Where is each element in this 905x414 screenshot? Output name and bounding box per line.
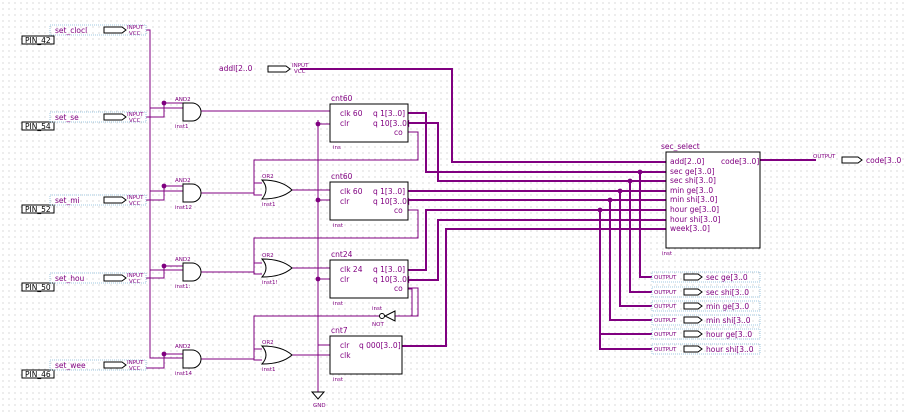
pin-label: sec shi[3..0	[706, 288, 749, 297]
counter-title: cnt7	[331, 326, 348, 335]
pin-type: OUTPUT	[654, 290, 677, 296]
gate-type: AND2	[175, 257, 191, 263]
pin-label: sec ge[3..0	[706, 273, 748, 282]
pin-type: OUTPUT	[654, 347, 677, 353]
pin-number: PIN_50	[25, 283, 51, 292]
sec-select-block[interactable]: sec_select add[2..0] sec ge[3..0] sec sh…	[661, 142, 761, 257]
mux-input-hour-shi: hour shi[3..0]	[670, 215, 721, 224]
port-q1: q 1[3..0]	[373, 109, 405, 118]
pin-label: addl[2..0	[219, 64, 253, 73]
counter-inst: inst	[333, 301, 344, 307]
port-co: co	[394, 206, 403, 215]
pin-type: OUTPUT	[654, 304, 677, 310]
pin-type: OUTPUT	[654, 275, 677, 281]
vcc-label: VCC	[129, 201, 141, 207]
mux-input-min-shi: min shi[3..0]	[670, 195, 718, 204]
port-q10: q 10[3..0]	[373, 197, 410, 206]
vcc-label: VCC	[129, 31, 141, 37]
counter-inst: inst	[333, 223, 344, 229]
mux-input-min-ge: min ge[3..0	[670, 186, 713, 195]
pin-label: set_clocl	[55, 26, 87, 35]
port-clr: clr	[340, 197, 350, 206]
pin-label: set_mi	[55, 196, 80, 205]
pin-number: PIN_52	[25, 205, 51, 214]
vcc-label: VCC	[129, 118, 141, 124]
pin-label: set_hou	[55, 274, 85, 283]
counter-title: cnt24	[331, 250, 353, 259]
gate-inst: inst12	[175, 205, 192, 211]
pin-number: PIN_54	[25, 122, 51, 131]
port-clr: clr	[340, 275, 350, 284]
counter-inst: inst	[333, 377, 344, 383]
port-clk: clk	[340, 351, 351, 360]
schematic-canvas: PIN_42 set_clocl INPUT VCC PIN_54 set_se…	[0, 0, 905, 414]
gate-type: OR2	[262, 253, 274, 259]
gate-type: AND2	[175, 97, 191, 103]
gate-inst: inst1	[262, 202, 276, 208]
pin-label: hour shi[3..0	[706, 345, 754, 354]
port-q1: q 1[3..0]	[373, 187, 405, 196]
vcc-label: VCC	[129, 279, 141, 285]
port-q10: q 10[3..0]	[373, 275, 410, 284]
pin-type: OUTPUT	[813, 154, 836, 160]
gate-type: OR2	[262, 340, 274, 346]
port-clk: clk 60	[340, 187, 363, 196]
port-co: co	[394, 128, 403, 137]
vcc-label: VCC	[294, 69, 306, 75]
mux-input-hour-ge: hour ge[3..0]	[670, 205, 719, 214]
port-q1: q 1[3..0]	[373, 265, 405, 274]
port-clr: clr	[340, 119, 350, 128]
port-clk: clk 60	[340, 109, 363, 118]
counter-title: cnt60	[331, 172, 353, 181]
port-q: q 000[3..0]	[359, 341, 401, 350]
pin-label: code[3..0	[866, 156, 902, 165]
mux-input-add: add[2..0]	[670, 157, 704, 166]
port-clk: clk 24	[340, 265, 363, 274]
port-co: co	[394, 284, 403, 293]
mux-input-sec-ge: sec ge[3..0]	[670, 167, 715, 176]
mux-input-week: week[3..0]	[670, 224, 710, 233]
pin-label: set_se	[55, 113, 79, 122]
pin-label: min ge[3..0	[706, 302, 749, 311]
gate-inst: inst1!	[262, 280, 278, 286]
grid-background	[0, 0, 905, 414]
gate-inst: inst1:	[175, 284, 191, 290]
mux-inst: inst	[662, 251, 673, 257]
gate-type: NOT	[372, 322, 384, 328]
pin-number: PIN_42	[25, 36, 51, 45]
pin-label: set_wee	[55, 361, 86, 370]
gate-type: OR2	[262, 174, 274, 180]
gate-inst: inst14	[175, 371, 193, 377]
counter-inst: ins	[333, 145, 341, 151]
port-clr: clr	[340, 341, 350, 350]
gate-type: AND2	[175, 178, 191, 184]
pin-label: min shi[3..0	[706, 316, 751, 325]
vcc-label: VCC	[129, 366, 141, 372]
gate-inst: inst	[372, 306, 383, 312]
pin-type: OUTPUT	[654, 318, 677, 324]
counter-title: cnt60	[331, 94, 353, 103]
pin-label: hour ge[3..0	[706, 330, 752, 339]
mux-output-code: code[3..0]	[721, 157, 759, 166]
port-q10: q 10[3..0]	[373, 119, 410, 128]
gate-inst: inst1	[175, 124, 189, 130]
gate-inst: inst1	[262, 367, 276, 373]
mux-input-sec-shi: sec shi[3..0]	[670, 176, 716, 185]
gate-type: AND2	[175, 344, 191, 350]
mux-title: sec_select	[661, 142, 700, 151]
gnd-label: GND	[313, 403, 326, 409]
pin-number: PIN_46	[25, 370, 51, 379]
pin-type: OUTPUT	[654, 332, 677, 338]
